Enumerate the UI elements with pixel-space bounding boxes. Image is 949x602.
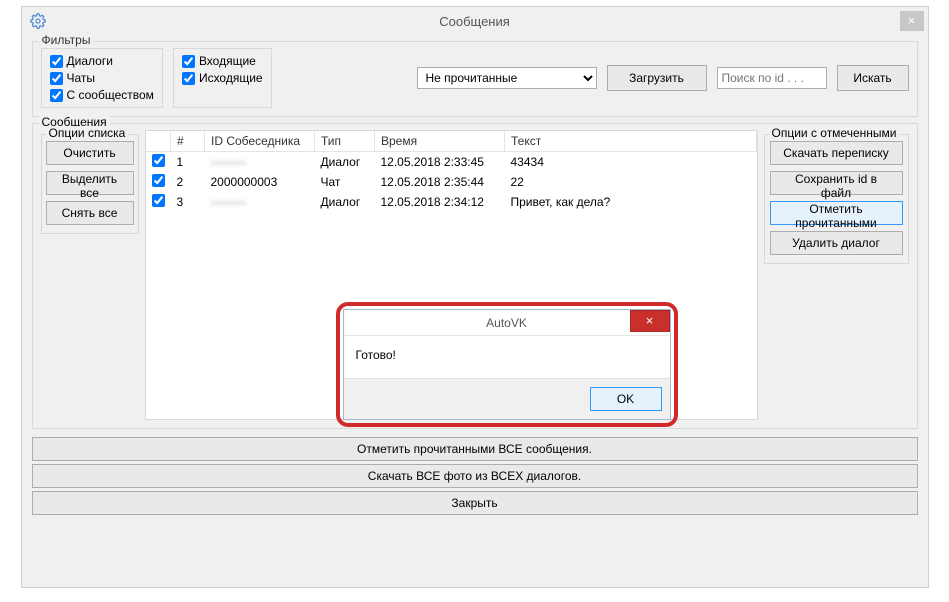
status-select[interactable]: Не прочитанные <box>417 67 597 89</box>
col-check[interactable] <box>146 131 171 151</box>
filter-chats[interactable]: Чаты <box>50 70 154 86</box>
dialog-ok-button[interactable]: OK <box>590 387 662 411</box>
cell-text: 43434 <box>505 151 757 172</box>
cell-num: 1 <box>171 151 205 172</box>
filter-outgoing-label: Исходящие <box>199 70 263 86</box>
col-id[interactable]: ID Собеседника <box>205 131 315 151</box>
cell-text: 22 <box>505 172 757 192</box>
col-time[interactable]: Время <box>375 131 505 151</box>
filter-outgoing-checkbox[interactable] <box>182 72 195 85</box>
delete-dialog-button[interactable]: Удалить диалог <box>770 231 903 255</box>
modal-highlight-wrap: AutoVK × Готово! OK <box>336 302 678 427</box>
window-close-button[interactable]: × <box>900 11 924 31</box>
mark-all-read-button[interactable]: Отметить прочитанными ВСЕ сообщения. <box>32 437 918 461</box>
cell-num: 3 <box>171 192 205 212</box>
filter-outgoing[interactable]: Исходящие <box>182 70 263 86</box>
clear-button[interactable]: Очистить <box>46 141 134 165</box>
titlebar: Сообщения × <box>22 7 928 35</box>
filter-dialogs[interactable]: Диалоги <box>50 53 154 69</box>
col-text[interactable]: Текст <box>505 131 757 151</box>
col-num[interactable]: # <box>171 131 205 151</box>
window-title: Сообщения <box>22 14 928 29</box>
filter-incoming-checkbox[interactable] <box>182 55 195 68</box>
filter-community-checkbox[interactable] <box>50 89 63 102</box>
filter-chats-label: Чаты <box>67 70 96 86</box>
row-checkbox[interactable] <box>152 194 165 207</box>
list-options-legend: Опции списка <box>46 126 129 140</box>
filters-fieldset: Фильтры Диалоги Чаты С сообществом Входя… <box>32 41 918 117</box>
bottom-buttons: Отметить прочитанными ВСЕ сообщения. Ска… <box>32 437 918 515</box>
download-all-photos-button[interactable]: Скачать ВСЕ фото из ВСЕХ диалогов. <box>32 464 918 488</box>
col-type[interactable]: Тип <box>315 131 375 151</box>
row-checkbox[interactable] <box>152 174 165 187</box>
filter-chats-checkbox[interactable] <box>50 72 63 85</box>
cell-type: Диалог <box>315 192 375 212</box>
dialog-close-button[interactable]: × <box>630 310 670 332</box>
mark-read-button[interactable]: Отметить прочитанными <box>770 201 903 225</box>
filter-dialogs-checkbox[interactable] <box>50 55 63 68</box>
alert-dialog: AutoVK × Готово! OK <box>343 309 671 420</box>
filters-legend: Фильтры <box>39 33 94 47</box>
cell-time: 12.05.2018 2:35:44 <box>375 172 505 192</box>
dialog-title: AutoVK <box>344 316 670 330</box>
cell-id: ——— <box>205 151 315 172</box>
main-window: Сообщения × Фильтры Диалоги Чаты С сообщ… <box>21 6 929 588</box>
deselect-all-button[interactable]: Снять все <box>46 201 134 225</box>
cell-id: ——— <box>205 192 315 212</box>
table-header-row: # ID Собеседника Тип Время Текст <box>146 131 757 151</box>
filter-community[interactable]: С сообществом <box>50 87 154 103</box>
save-id-button[interactable]: Сохранить id в файл <box>770 171 903 195</box>
cell-type: Чат <box>315 172 375 192</box>
select-all-button[interactable]: Выделить все <box>46 171 134 195</box>
selected-options-legend: Опции с отмеченными <box>769 126 900 140</box>
dialog-footer: OK <box>344 378 670 419</box>
table-row[interactable]: 3———Диалог12.05.2018 2:34:12Привет, как … <box>146 192 757 212</box>
cell-type: Диалог <box>315 151 375 172</box>
cell-id: 2000000003 <box>205 172 315 192</box>
filter-community-label: С сообществом <box>67 87 154 103</box>
table-row[interactable]: 1———Диалог12.05.2018 2:33:4543434 <box>146 151 757 172</box>
filter-incoming[interactable]: Входящие <box>182 53 263 69</box>
load-button[interactable]: Загрузить <box>607 65 707 91</box>
dialog-titlebar: AutoVK × <box>344 310 670 336</box>
filter-group-1: Диалоги Чаты С сообществом <box>41 48 163 108</box>
row-checkbox[interactable] <box>152 154 165 167</box>
search-id-input[interactable] <box>717 67 827 89</box>
list-options-panel: Опции списка Очистить Выделить все Снять… <box>41 134 139 234</box>
selected-options-panel: Опции с отмеченными Скачать переписку Со… <box>764 134 909 264</box>
cell-text: Привет, как дела? <box>505 192 757 212</box>
dialog-body: Готово! <box>344 336 670 378</box>
filter-incoming-label: Входящие <box>199 53 256 69</box>
filter-group-2: Входящие Исходящие <box>173 48 272 108</box>
search-button[interactable]: Искать <box>837 65 909 91</box>
cell-time: 12.05.2018 2:34:12 <box>375 192 505 212</box>
table-row[interactable]: 22000000003Чат12.05.2018 2:35:4422 <box>146 172 757 192</box>
cell-num: 2 <box>171 172 205 192</box>
close-button[interactable]: Закрыть <box>32 491 918 515</box>
cell-time: 12.05.2018 2:33:45 <box>375 151 505 172</box>
filter-dialogs-label: Диалоги <box>67 53 113 69</box>
download-chat-button[interactable]: Скачать переписку <box>770 141 903 165</box>
